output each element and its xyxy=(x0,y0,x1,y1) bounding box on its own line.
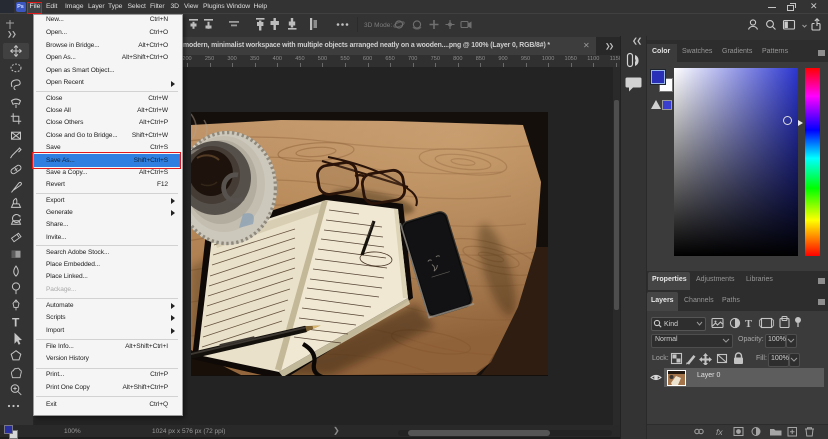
svg-text:fx: fx xyxy=(716,427,723,437)
svg-text:T: T xyxy=(745,319,752,330)
svg-text:3D Mode:: 3D Mode: xyxy=(364,22,392,29)
svg-text:Kind: Kind xyxy=(664,321,678,328)
svg-text:T: T xyxy=(12,315,20,329)
